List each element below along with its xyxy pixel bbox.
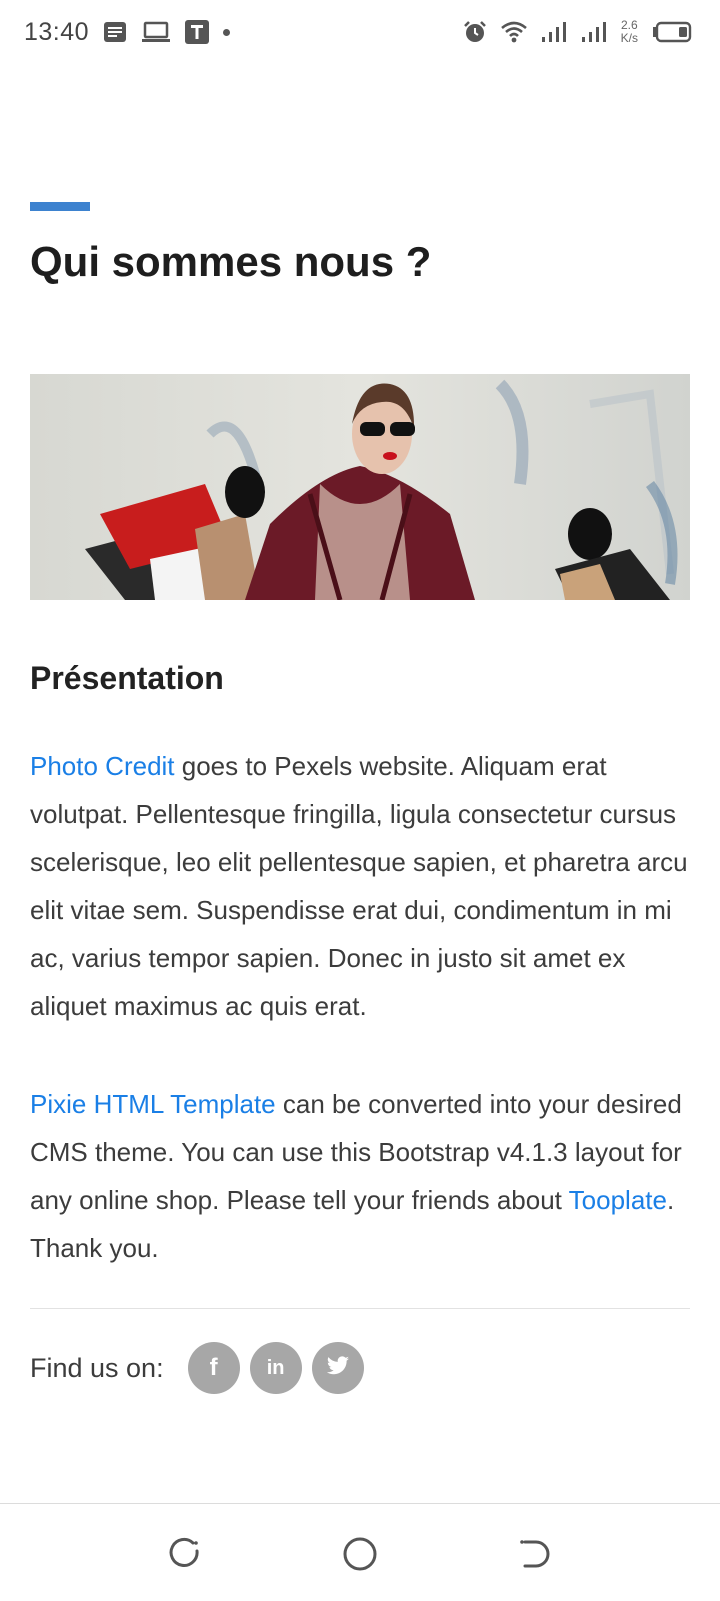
status-bar-right: 2.6 K/s <box>463 19 692 45</box>
presentation-paragraph-2: Pixie HTML Template can be converted int… <box>30 1080 690 1272</box>
system-nav-bar <box>0 1503 720 1601</box>
back-button[interactable] <box>515 1534 555 1574</box>
title-accent-bar <box>30 202 90 211</box>
presentation-paragraph-1: Photo Credit goes to Pexels website. Ali… <box>30 742 690 1030</box>
twitter-icon <box>326 1355 350 1381</box>
facebook-icon: f <box>209 1354 218 1381</box>
network-speed: 2.6 K/s <box>621 19 638 45</box>
photo-credit-link[interactable]: Photo Credit <box>30 751 175 781</box>
pixie-template-link[interactable]: Pixie HTML Template <box>30 1089 276 1119</box>
signal-icon <box>541 21 567 43</box>
page-title: Qui sommes nous ? <box>30 238 432 285</box>
paragraph-1-text: goes to Pexels website. Aliquam erat vol… <box>30 751 688 1021</box>
t-app-icon <box>185 20 210 44</box>
status-bar-left: 13:40 <box>24 17 231 47</box>
section-heading: Présentation <box>30 660 224 696</box>
home-icon <box>343 1537 377 1571</box>
signal-icon <box>581 21 607 43</box>
notification-dot-icon <box>223 28 231 36</box>
social-links: Find us on: f in <box>30 1342 374 1394</box>
find-us-label: Find us on: <box>30 1352 164 1383</box>
recents-icon <box>169 1538 199 1567</box>
status-bar: 13:40 2.6 K/s <box>0 0 720 64</box>
facebook-button[interactable]: f <box>187 1342 240 1394</box>
divider <box>30 1308 690 1309</box>
hero-image <box>30 374 690 600</box>
linkedin-icon: in <box>266 1356 285 1379</box>
linkedin-button[interactable]: in <box>249 1342 302 1394</box>
clock: 13:40 <box>24 17 90 46</box>
tooplate-link[interactable]: Tooplate <box>569 1185 667 1215</box>
back-icon <box>520 1540 550 1568</box>
battery-icon <box>652 21 692 43</box>
recents-button[interactable] <box>164 1534 204 1574</box>
network-speed-unit: K/s <box>620 31 638 45</box>
notes-icon <box>103 21 127 43</box>
alarm-icon <box>463 20 487 44</box>
twitter-button[interactable] <box>311 1342 364 1394</box>
home-button[interactable] <box>340 1534 380 1574</box>
laptop-icon <box>141 21 171 43</box>
wifi-icon <box>500 21 527 43</box>
